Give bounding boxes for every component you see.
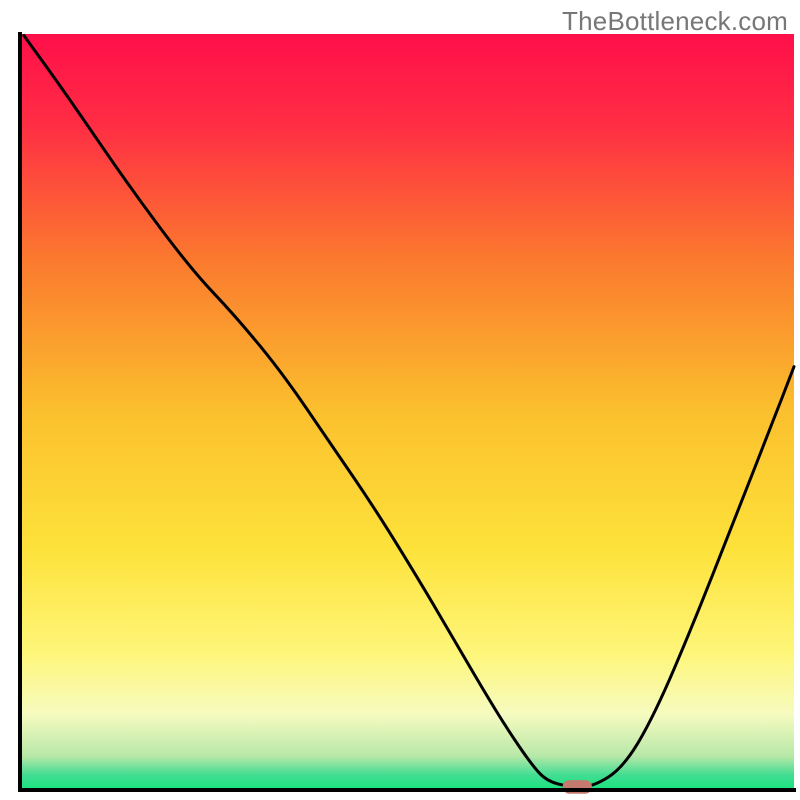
gradient-background [20, 34, 794, 790]
watermark-text: TheBottleneck.com [562, 6, 788, 37]
plot-area [20, 34, 794, 794]
chart-container: TheBottleneck.com [0, 0, 800, 800]
bottleneck-chart [0, 0, 800, 800]
